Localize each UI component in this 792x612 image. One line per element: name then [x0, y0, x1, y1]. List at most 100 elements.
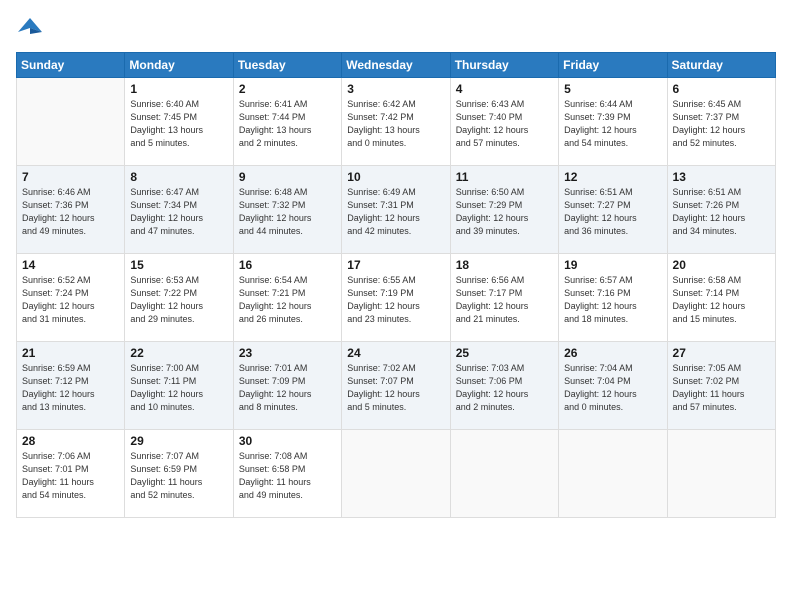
day-info: Sunrise: 6:57 AM Sunset: 7:16 PM Dayligh… — [564, 274, 661, 326]
calendar-cell: 10 Sunrise: 6:49 AM Sunset: 7:31 PM Dayli… — [342, 166, 450, 254]
day-number: 5 — [564, 82, 661, 96]
calendar-week-row: 28 Sunrise: 7:06 AM Sunset: 7:01 PM Dayli… — [17, 430, 776, 518]
day-number: 4 — [456, 82, 553, 96]
calendar-cell: 27 Sunrise: 7:05 AM Sunset: 7:02 PM Dayli… — [667, 342, 775, 430]
day-number: 14 — [22, 258, 119, 272]
day-info: Sunrise: 6:43 AM Sunset: 7:40 PM Dayligh… — [456, 98, 553, 150]
day-number: 19 — [564, 258, 661, 272]
day-info: Sunrise: 6:42 AM Sunset: 7:42 PM Dayligh… — [347, 98, 444, 150]
calendar-cell: 14 Sunrise: 6:52 AM Sunset: 7:24 PM Dayli… — [17, 254, 125, 342]
calendar-cell: 12 Sunrise: 6:51 AM Sunset: 7:27 PM Dayli… — [559, 166, 667, 254]
day-info: Sunrise: 6:41 AM Sunset: 7:44 PM Dayligh… — [239, 98, 336, 150]
calendar-header-thursday: Thursday — [450, 53, 558, 78]
day-info: Sunrise: 7:06 AM Sunset: 7:01 PM Dayligh… — [22, 450, 119, 502]
day-info: Sunrise: 7:01 AM Sunset: 7:09 PM Dayligh… — [239, 362, 336, 414]
day-number: 7 — [22, 170, 119, 184]
calendar-cell: 2 Sunrise: 6:41 AM Sunset: 7:44 PM Daylig… — [233, 78, 341, 166]
calendar-cell: 16Sunrise: 6:54 AM Sunset: 7:21 PM Dayli… — [233, 254, 341, 342]
calendar-cell: 24 Sunrise: 7:02 AM Sunset: 7:07 PM Dayli… — [342, 342, 450, 430]
calendar-header-friday: Friday — [559, 53, 667, 78]
logo — [16, 14, 48, 42]
day-number: 1 — [130, 82, 227, 96]
calendar-cell: 20 Sunrise: 6:58 AM Sunset: 7:14 PM Dayli… — [667, 254, 775, 342]
day-info: Sunrise: 6:45 AM Sunset: 7:37 PM Dayligh… — [673, 98, 770, 150]
day-number: 12 — [564, 170, 661, 184]
calendar-cell: 8 Sunrise: 6:47 AM Sunset: 7:34 PM Daylig… — [125, 166, 233, 254]
day-info: Sunrise: 7:03 AM Sunset: 7:06 PM Dayligh… — [456, 362, 553, 414]
calendar-header-saturday: Saturday — [667, 53, 775, 78]
day-number: 11 — [456, 170, 553, 184]
day-info: Sunrise: 7:05 AM Sunset: 7:02 PM Dayligh… — [673, 362, 770, 414]
calendar-cell: 28 Sunrise: 7:06 AM Sunset: 7:01 PM Dayli… — [17, 430, 125, 518]
day-number: 20 — [673, 258, 770, 272]
day-number: 9 — [239, 170, 336, 184]
day-number: 10 — [347, 170, 444, 184]
calendar-cell: 7 Sunrise: 6:46 AM Sunset: 7:36 PM Daylig… — [17, 166, 125, 254]
day-info: Sunrise: 6:47 AM Sunset: 7:34 PM Dayligh… — [130, 186, 227, 238]
day-number: 26 — [564, 346, 661, 360]
day-info: Sunrise: 7:07 AM Sunset: 6:59 PM Dayligh… — [130, 450, 227, 502]
calendar-cell: 22Sunrise: 7:00 AM Sunset: 7:11 PM Dayli… — [125, 342, 233, 430]
calendar-cell — [450, 430, 558, 518]
page: SundayMondayTuesdayWednesdayThursdayFrid… — [0, 0, 792, 612]
calendar-week-row: 1 Sunrise: 6:40 AM Sunset: 7:45 PM Daylig… — [17, 78, 776, 166]
header — [16, 14, 776, 42]
day-info: Sunrise: 6:49 AM Sunset: 7:31 PM Dayligh… — [347, 186, 444, 238]
calendar-week-row: 14 Sunrise: 6:52 AM Sunset: 7:24 PM Dayli… — [17, 254, 776, 342]
calendar-cell: 11 Sunrise: 6:50 AM Sunset: 7:29 PM Dayli… — [450, 166, 558, 254]
day-number: 28 — [22, 434, 119, 448]
day-number: 6 — [673, 82, 770, 96]
day-number: 29 — [130, 434, 227, 448]
day-info: Sunrise: 6:46 AM Sunset: 7:36 PM Dayligh… — [22, 186, 119, 238]
calendar-cell: 18 Sunrise: 6:56 AM Sunset: 7:17 PM Dayli… — [450, 254, 558, 342]
calendar-cell: 9 Sunrise: 6:48 AM Sunset: 7:32 PM Daylig… — [233, 166, 341, 254]
calendar-cell: 5Sunrise: 6:44 AM Sunset: 7:39 PM Daylig… — [559, 78, 667, 166]
day-number: 22 — [130, 346, 227, 360]
day-number: 27 — [673, 346, 770, 360]
calendar-cell: 30 Sunrise: 7:08 AM Sunset: 6:58 PM Dayli… — [233, 430, 341, 518]
calendar-cell: 6 Sunrise: 6:45 AM Sunset: 7:37 PM Daylig… — [667, 78, 775, 166]
day-info: Sunrise: 7:02 AM Sunset: 7:07 PM Dayligh… — [347, 362, 444, 414]
day-info: Sunrise: 6:55 AM Sunset: 7:19 PM Dayligh… — [347, 274, 444, 326]
day-number: 17 — [347, 258, 444, 272]
calendar-cell — [559, 430, 667, 518]
day-info: Sunrise: 7:08 AM Sunset: 6:58 PM Dayligh… — [239, 450, 336, 502]
day-info: Sunrise: 6:51 AM Sunset: 7:27 PM Dayligh… — [564, 186, 661, 238]
calendar-week-row: 21Sunrise: 6:59 AM Sunset: 7:12 PM Dayli… — [17, 342, 776, 430]
day-number: 18 — [456, 258, 553, 272]
day-number: 30 — [239, 434, 336, 448]
calendar-cell: 25Sunrise: 7:03 AM Sunset: 7:06 PM Dayli… — [450, 342, 558, 430]
day-number: 15 — [130, 258, 227, 272]
day-number: 23 — [239, 346, 336, 360]
calendar-cell: 26 Sunrise: 7:04 AM Sunset: 7:04 PM Dayli… — [559, 342, 667, 430]
calendar-table: SundayMondayTuesdayWednesdayThursdayFrid… — [16, 52, 776, 518]
day-info: Sunrise: 6:58 AM Sunset: 7:14 PM Dayligh… — [673, 274, 770, 326]
logo-icon — [16, 14, 44, 42]
day-number: 3 — [347, 82, 444, 96]
calendar-cell: 15 Sunrise: 6:53 AM Sunset: 7:22 PM Dayli… — [125, 254, 233, 342]
day-number: 13 — [673, 170, 770, 184]
calendar-cell: 3 Sunrise: 6:42 AM Sunset: 7:42 PM Daylig… — [342, 78, 450, 166]
calendar-cell: 13 Sunrise: 6:51 AM Sunset: 7:26 PM Dayli… — [667, 166, 775, 254]
day-number: 24 — [347, 346, 444, 360]
day-info: Sunrise: 6:56 AM Sunset: 7:17 PM Dayligh… — [456, 274, 553, 326]
day-info: Sunrise: 6:54 AM Sunset: 7:21 PM Dayligh… — [239, 274, 336, 326]
calendar-cell — [667, 430, 775, 518]
day-info: Sunrise: 6:53 AM Sunset: 7:22 PM Dayligh… — [130, 274, 227, 326]
day-info: Sunrise: 6:48 AM Sunset: 7:32 PM Dayligh… — [239, 186, 336, 238]
calendar-cell: 23 Sunrise: 7:01 AM Sunset: 7:09 PM Dayli… — [233, 342, 341, 430]
calendar-header-sunday: Sunday — [17, 53, 125, 78]
calendar-cell — [17, 78, 125, 166]
day-number: 8 — [130, 170, 227, 184]
calendar-cell: 4 Sunrise: 6:43 AM Sunset: 7:40 PM Daylig… — [450, 78, 558, 166]
day-info: Sunrise: 6:52 AM Sunset: 7:24 PM Dayligh… — [22, 274, 119, 326]
day-info: Sunrise: 6:40 AM Sunset: 7:45 PM Dayligh… — [130, 98, 227, 150]
day-info: Sunrise: 6:51 AM Sunset: 7:26 PM Dayligh… — [673, 186, 770, 238]
calendar-cell: 29 Sunrise: 7:07 AM Sunset: 6:59 PM Dayli… — [125, 430, 233, 518]
day-info: Sunrise: 7:04 AM Sunset: 7:04 PM Dayligh… — [564, 362, 661, 414]
calendar-cell: 19 Sunrise: 6:57 AM Sunset: 7:16 PM Dayli… — [559, 254, 667, 342]
calendar-cell: 17 Sunrise: 6:55 AM Sunset: 7:19 PM Dayli… — [342, 254, 450, 342]
calendar-cell — [342, 430, 450, 518]
day-number: 2 — [239, 82, 336, 96]
day-info: Sunrise: 6:50 AM Sunset: 7:29 PM Dayligh… — [456, 186, 553, 238]
